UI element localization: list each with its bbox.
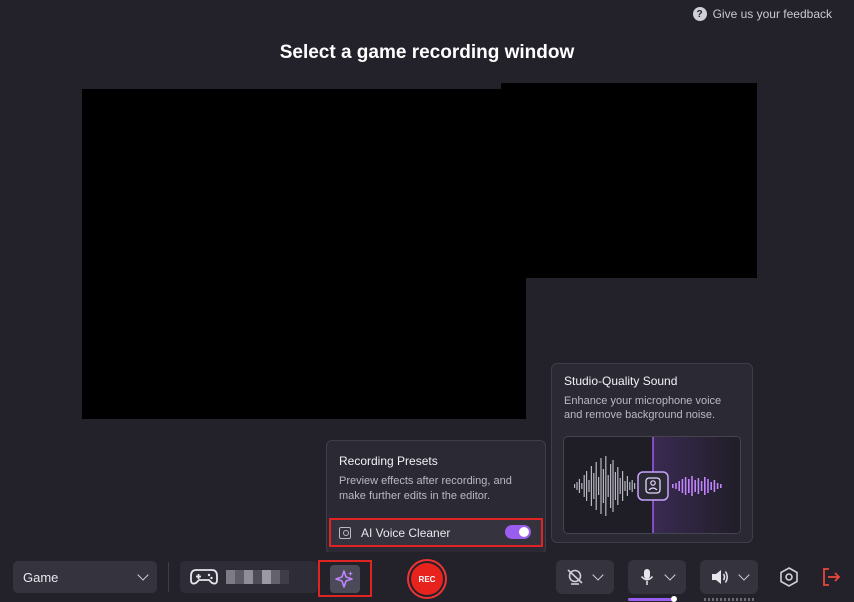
exit-button[interactable] [820,566,842,588]
clean-wave-bar [720,484,722,488]
clean-wave-bar [694,480,696,492]
ai-presets-button[interactable] [318,560,372,597]
chevron-down-icon [592,569,604,581]
chevron-down-icon [664,569,676,581]
noisy-wave-bar [624,481,626,491]
record-button[interactable]: REC [407,559,447,599]
noisy-wave-bar [622,471,624,501]
mode-select-value: Game [23,569,59,585]
noisy-wave-bar [586,471,588,501]
presets-popup-title: Recording Presets [339,454,438,468]
noisy-wave-bar [605,456,607,516]
microphone-icon [640,569,654,585]
noisy-wave-bar [619,478,621,494]
settings-hexagon-icon [780,567,798,587]
noisy-wave-bar [629,482,631,490]
clean-wave-bar [707,479,709,493]
feedback-link[interactable]: ? Give us your feedback [692,7,832,21]
camera-toggle[interactable] [556,560,614,594]
clean-wave-bar [684,477,687,495]
clean-wave-bar [700,481,703,491]
noisy-wave-bar [574,484,576,488]
noisy-wave-bar [598,477,600,495]
noisy-wave-bar [578,479,580,493]
noisy-wave-bar [607,475,609,497]
presets-popup-description: Preview effects after recording, and mak… [339,475,512,502]
noisy-wave-bar [602,469,604,503]
speaker-level-indicator [704,598,754,601]
noisy-wave-bar [590,466,592,506]
noisy-wave-bar [631,480,633,492]
clean-wave-bar [716,483,719,489]
noisy-wave-bar [614,472,616,500]
page-title: Select a game recording window [279,42,575,63]
clean-wave-bar [691,476,693,496]
recording-presets-popup: Recording Presets Preview effects after … [326,440,546,554]
clean-wave-bar [710,482,712,490]
noisy-wave-bar [600,458,602,514]
chevron-down-icon [137,569,149,581]
clean-wave-bar [688,479,690,493]
speaker-toggle[interactable] [700,560,758,594]
ai-voice-cleaner-row[interactable]: AI Voice Cleaner [329,518,543,547]
microphone-level-slider[interactable] [628,596,677,602]
studio-popup-description: Enhance your microphone voice and remove… [564,395,722,421]
studio-popup-title: Studio-Quality Sound [564,374,678,388]
bottom-toolbar: Game REC [0,552,854,602]
noisy-wave-bar [612,460,614,512]
studio-quality-popup: Studio-Quality Sound Enhance your microp… [551,363,753,543]
ai-voice-cleaner-label: AI Voice Cleaner [361,525,451,540]
clean-wave-bar [675,483,677,489]
blurred-window-name [226,570,289,584]
noisy-wave-bar [617,467,619,505]
clean-wave-bar [678,481,680,491]
mode-select[interactable]: Game [13,561,157,593]
clean-wave-bar [681,479,684,493]
noisy-wave-bar [593,473,595,499]
toolbar-divider [168,562,169,592]
exit-icon [823,568,841,586]
clean-wave-bar [672,484,674,488]
clean-wave-bar [713,480,716,492]
clean-wave-bar [704,477,706,495]
microphone-toggle[interactable] [628,560,686,594]
noisy-wave-bar [588,480,590,492]
question-circle-icon: ? [692,7,707,21]
ai-voice-cleaner-toggle[interactable] [505,525,531,539]
gamepad-icon [190,569,218,585]
settings-button[interactable] [778,566,800,588]
noisy-wave-bar [626,476,628,496]
camera-off-icon [567,569,583,585]
feedback-label: Give us your feedback [712,7,832,21]
window-preview-main[interactable] [82,89,526,419]
voice-waveform-illustration [563,436,741,534]
chevron-down-icon [738,569,750,581]
noisy-wave-bar [581,483,583,489]
record-button-label: REC [411,563,443,595]
noisy-wave-bar [576,482,578,490]
voice-cleaner-icon [339,526,351,539]
noisy-wave-bar [595,462,597,510]
sparkle-icon [335,569,353,588]
speaker-icon [712,570,728,584]
game-source-selector[interactable] [180,561,318,593]
noisy-wave-bar [583,475,585,497]
noisy-wave-bar [634,483,636,489]
noisy-wave-bar [610,464,612,508]
clean-wave-bar [697,478,700,494]
window-preview-secondary[interactable] [501,83,757,278]
